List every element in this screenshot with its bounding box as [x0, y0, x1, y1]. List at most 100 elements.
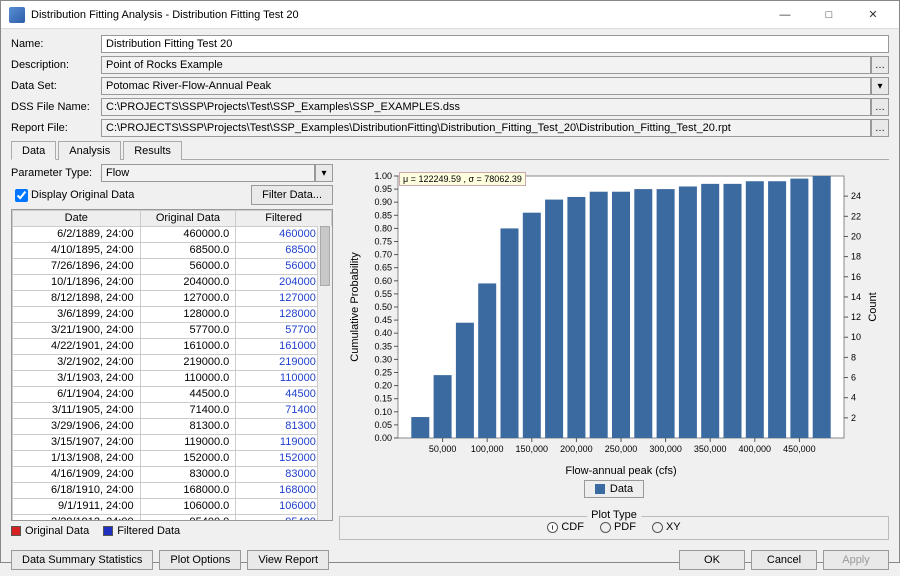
table-row[interactable]: 3/1/1903, 24:00110000.0110000.0 [13, 371, 332, 387]
svg-text:Flow-annual peak (cfs): Flow-annual peak (cfs) [565, 465, 676, 477]
table-row[interactable]: 3/29/1906, 24:0081300.081300.0 [13, 419, 332, 435]
svg-text:0.15: 0.15 [374, 394, 392, 404]
description-more-button[interactable]: … [871, 56, 889, 74]
close-button[interactable]: ✕ [851, 1, 895, 29]
table-row[interactable]: 3/11/1905, 24:0071400.071400.0 [13, 403, 332, 419]
svg-text:2: 2 [851, 413, 856, 423]
svg-text:Count: Count [867, 292, 879, 321]
param-label: Parameter Type: [11, 167, 101, 179]
tab-data[interactable]: Data [11, 141, 56, 160]
maximize-button[interactable]: □ [807, 1, 851, 29]
param-dropdown-button[interactable]: ▾ [315, 164, 333, 182]
tab-results[interactable]: Results [123, 141, 182, 160]
svg-text:0.70: 0.70 [374, 250, 392, 260]
dss-input[interactable] [101, 98, 871, 116]
name-label: Name: [11, 38, 101, 50]
col-date[interactable]: Date [13, 211, 141, 227]
table-row[interactable]: 3/2/1902, 24:00219000.0219000.0 [13, 355, 332, 371]
table-row[interactable]: 6/2/1889, 24:00460000.0460000.0 [13, 227, 332, 243]
svg-text:0.05: 0.05 [374, 420, 392, 430]
report-input[interactable] [101, 119, 871, 137]
svg-text:400,000: 400,000 [739, 444, 772, 454]
svg-text:150,000: 150,000 [516, 444, 549, 454]
display-original-label: Display Original Data [31, 189, 134, 201]
svg-text:450,000: 450,000 [783, 444, 816, 454]
table-scrollbar[interactable] [317, 226, 332, 520]
svg-text:20: 20 [851, 231, 861, 241]
legend-filtered: Filtered Data [103, 525, 180, 537]
ok-button[interactable]: OK [679, 550, 745, 570]
table-row[interactable]: 9/1/1911, 24:00106000.0106000.0 [13, 499, 332, 515]
svg-text:6: 6 [851, 373, 856, 383]
table-row[interactable]: 4/22/1901, 24:00161000.0161000.0 [13, 339, 332, 355]
svg-text:18: 18 [851, 252, 861, 262]
plot-type-title: Plot Type [587, 509, 641, 521]
chart-legend-data[interactable]: Data [584, 480, 644, 498]
svg-text:0.00: 0.00 [374, 433, 392, 443]
svg-text:8: 8 [851, 352, 856, 362]
window-title: Distribution Fitting Analysis - Distribu… [31, 9, 763, 21]
name-input[interactable] [101, 35, 889, 53]
col-original[interactable]: Original Data [140, 211, 236, 227]
display-original-checkbox[interactable] [15, 189, 28, 202]
plot-type-group: Plot Type CDF PDF XY [339, 516, 889, 540]
table-row[interactable]: 7/26/1896, 24:0056000.056000.0 [13, 259, 332, 275]
svg-text:0.55: 0.55 [374, 289, 392, 299]
table-row[interactable]: 3/6/1899, 24:00128000.0128000.0 [13, 307, 332, 323]
dataset-dropdown-button[interactable]: ▾ [871, 77, 889, 95]
dss-label: DSS File Name: [11, 101, 101, 113]
table-row[interactable]: 2/28/1912, 24:0095400.095400.0 [13, 515, 332, 522]
description-input[interactable] [101, 56, 871, 74]
view-report-button[interactable]: View Report [247, 550, 329, 570]
dss-browse-button[interactable]: … [871, 98, 889, 116]
svg-text:0.20: 0.20 [374, 381, 392, 391]
report-label: Report File: [11, 122, 101, 134]
app-icon [9, 7, 25, 23]
svg-text:0.75: 0.75 [374, 237, 392, 247]
table-row[interactable]: 4/10/1895, 24:0068500.068500.0 [13, 243, 332, 259]
svg-text:22: 22 [851, 211, 861, 221]
tab-analysis[interactable]: Analysis [58, 141, 121, 160]
radio-xy[interactable]: XY [652, 521, 681, 533]
table-row[interactable]: 8/12/1898, 24:00127000.0127000.0 [13, 291, 332, 307]
dataset-select[interactable] [101, 77, 871, 95]
data-summary-button[interactable]: Data Summary Statistics [11, 550, 153, 570]
table-row[interactable]: 4/16/1909, 24:0083000.083000.0 [13, 467, 332, 483]
table-row[interactable]: 3/15/1907, 24:00119000.0119000.0 [13, 435, 332, 451]
param-select[interactable] [101, 164, 315, 182]
radio-cdf[interactable]: CDF [547, 521, 584, 533]
plot-options-button[interactable]: Plot Options [159, 550, 241, 570]
report-browse-button[interactable]: … [871, 119, 889, 137]
svg-text:250,000: 250,000 [605, 444, 638, 454]
filter-data-button[interactable]: Filter Data... [251, 185, 333, 205]
radio-pdf[interactable]: PDF [600, 521, 636, 533]
legend-original: Original Data [11, 525, 89, 537]
svg-text:200,000: 200,000 [560, 444, 593, 454]
description-label: Description: [11, 59, 101, 71]
cancel-button[interactable]: Cancel [751, 550, 817, 570]
table-row[interactable]: 3/21/1900, 24:0057700.057700.0 [13, 323, 332, 339]
col-filtered[interactable]: Filtered [236, 211, 332, 227]
svg-text:0.85: 0.85 [374, 210, 392, 220]
chart-annotation: μ = 122249.59 , σ = 78062.39 [399, 172, 526, 186]
svg-text:0.90: 0.90 [374, 197, 392, 207]
legend-swatch-icon [595, 484, 605, 494]
svg-text:0.35: 0.35 [374, 341, 392, 351]
svg-text:0.40: 0.40 [374, 328, 392, 338]
apply-button: Apply [823, 550, 889, 570]
table-row[interactable]: 10/1/1896, 24:00204000.0204000.0 [13, 275, 332, 291]
minimize-button[interactable]: — [763, 1, 807, 29]
svg-text:0.65: 0.65 [374, 263, 392, 273]
svg-text:Cumulative Probability: Cumulative Probability [349, 252, 361, 362]
svg-text:24: 24 [851, 191, 861, 201]
tab-bar: Data Analysis Results [11, 140, 889, 160]
svg-text:50,000: 50,000 [429, 444, 457, 454]
titlebar: Distribution Fitting Analysis - Distribu… [1, 1, 899, 29]
svg-text:0.80: 0.80 [374, 223, 392, 233]
data-table[interactable]: Date Original Data Filtered 6/2/1889, 24… [11, 209, 333, 521]
table-row[interactable]: 1/13/1908, 24:00152000.0152000.0 [13, 451, 332, 467]
svg-text:10: 10 [851, 332, 861, 342]
table-row[interactable]: 6/18/1910, 24:00168000.0168000.0 [13, 483, 332, 499]
chart[interactable]: 0.000.050.100.150.200.250.300.350.400.45… [339, 164, 889, 480]
table-row[interactable]: 6/1/1904, 24:0044500.044500.0 [13, 387, 332, 403]
